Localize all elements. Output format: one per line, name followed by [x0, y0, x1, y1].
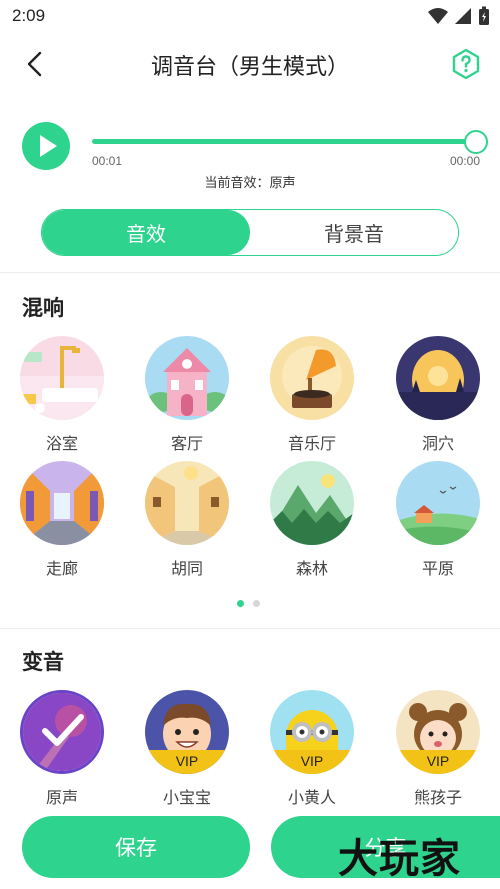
play-icon	[40, 135, 57, 157]
current-effect-label: 当前音效：原声	[204, 176, 296, 191]
status-time: 2:09	[12, 6, 46, 25]
reverb-item-bathroom[interactable]: 浴室	[12, 336, 112, 454]
reverb-item-alley[interactable]: 胡同	[137, 461, 237, 579]
audio-player: 00:01 00:00 当前音效：原声	[0, 116, 500, 196]
status-icons	[428, 6, 490, 26]
reverb-item-concert-hall[interactable]: 音乐厅	[262, 336, 362, 454]
reverb-label: 客厅	[170, 434, 203, 453]
tab-sound-effect[interactable]: 音效	[42, 210, 250, 255]
reverb-label: 胡同	[170, 559, 203, 578]
alley-icon	[145, 461, 229, 545]
signal-icon	[455, 8, 471, 24]
voice-label: 小宝宝	[162, 788, 211, 807]
effect-tabs: 音效 背景音	[41, 209, 459, 256]
save-button[interactable]: 保存	[22, 816, 250, 878]
progress-thumb[interactable]	[464, 130, 488, 154]
battery-icon	[479, 6, 489, 25]
header: 调音台（男生模式）	[0, 34, 500, 96]
cave-icon	[396, 336, 480, 420]
original-voice-icon	[20, 690, 104, 774]
vip-badge: VIP	[145, 750, 229, 774]
voice-item-minion[interactable]: VIP 小黄人	[262, 690, 362, 808]
reverb-item-plain[interactable]: 平原	[388, 461, 488, 579]
total-time: 00:00	[449, 154, 480, 168]
page-indicator	[237, 600, 260, 607]
page-title: 调音台（男生模式）	[150, 55, 349, 80]
page-dot-active[interactable]	[237, 600, 244, 607]
gramophone-icon	[270, 336, 354, 420]
watermark-logo: 大玩家	[338, 836, 461, 882]
tab-background-music[interactable]: 背景音	[250, 210, 458, 255]
reverb-item-corridor[interactable]: 走廊	[12, 461, 112, 579]
voice-item-naughty-kid[interactable]: VIP 熊孩子	[388, 690, 488, 808]
reverb-label: 平原	[421, 559, 454, 578]
vip-badge: VIP	[396, 750, 480, 774]
minion-avatar-icon: VIP	[270, 690, 354, 774]
reverb-item-cave[interactable]: 洞穴	[388, 336, 488, 454]
reverb-section-title: 混响	[22, 296, 64, 320]
bear-kid-avatar-icon: VIP	[396, 690, 480, 774]
voice-item-original[interactable]: 原声	[12, 690, 112, 808]
reverb-label: 洞穴	[421, 434, 454, 453]
living-room-icon	[145, 336, 229, 420]
divider	[0, 628, 500, 629]
forest-icon	[270, 461, 354, 545]
voice-change-section-title: 变音	[22, 650, 64, 674]
status-bar: 2:09	[0, 0, 500, 34]
wifi-icon	[428, 8, 448, 24]
bathroom-icon	[20, 336, 104, 420]
corridor-icon	[20, 461, 104, 545]
progress-track[interactable]	[92, 139, 480, 144]
plain-icon	[396, 461, 480, 545]
reverb-item-forest[interactable]: 森林	[262, 461, 362, 579]
reverb-label: 浴室	[45, 434, 78, 453]
vip-badge: VIP	[270, 750, 354, 774]
reverb-label: 走廊	[45, 559, 78, 578]
reverb-label: 音乐厅	[287, 434, 336, 453]
baby-avatar-icon: VIP	[145, 690, 229, 774]
voice-label: 原声	[45, 788, 78, 807]
divider	[0, 272, 500, 273]
current-time: 00:01	[92, 154, 123, 168]
play-button[interactable]	[22, 122, 70, 170]
page-dot[interactable]	[253, 600, 260, 607]
help-hexagon-icon	[452, 48, 480, 80]
help-button[interactable]	[450, 48, 482, 80]
reverb-item-living-room[interactable]: 客厅	[137, 336, 237, 454]
voice-label: 小黄人	[287, 788, 336, 807]
reverb-label: 森林	[295, 559, 328, 578]
voice-item-baby[interactable]: VIP 小宝宝	[137, 690, 237, 808]
voice-label: 熊孩子	[413, 788, 462, 807]
